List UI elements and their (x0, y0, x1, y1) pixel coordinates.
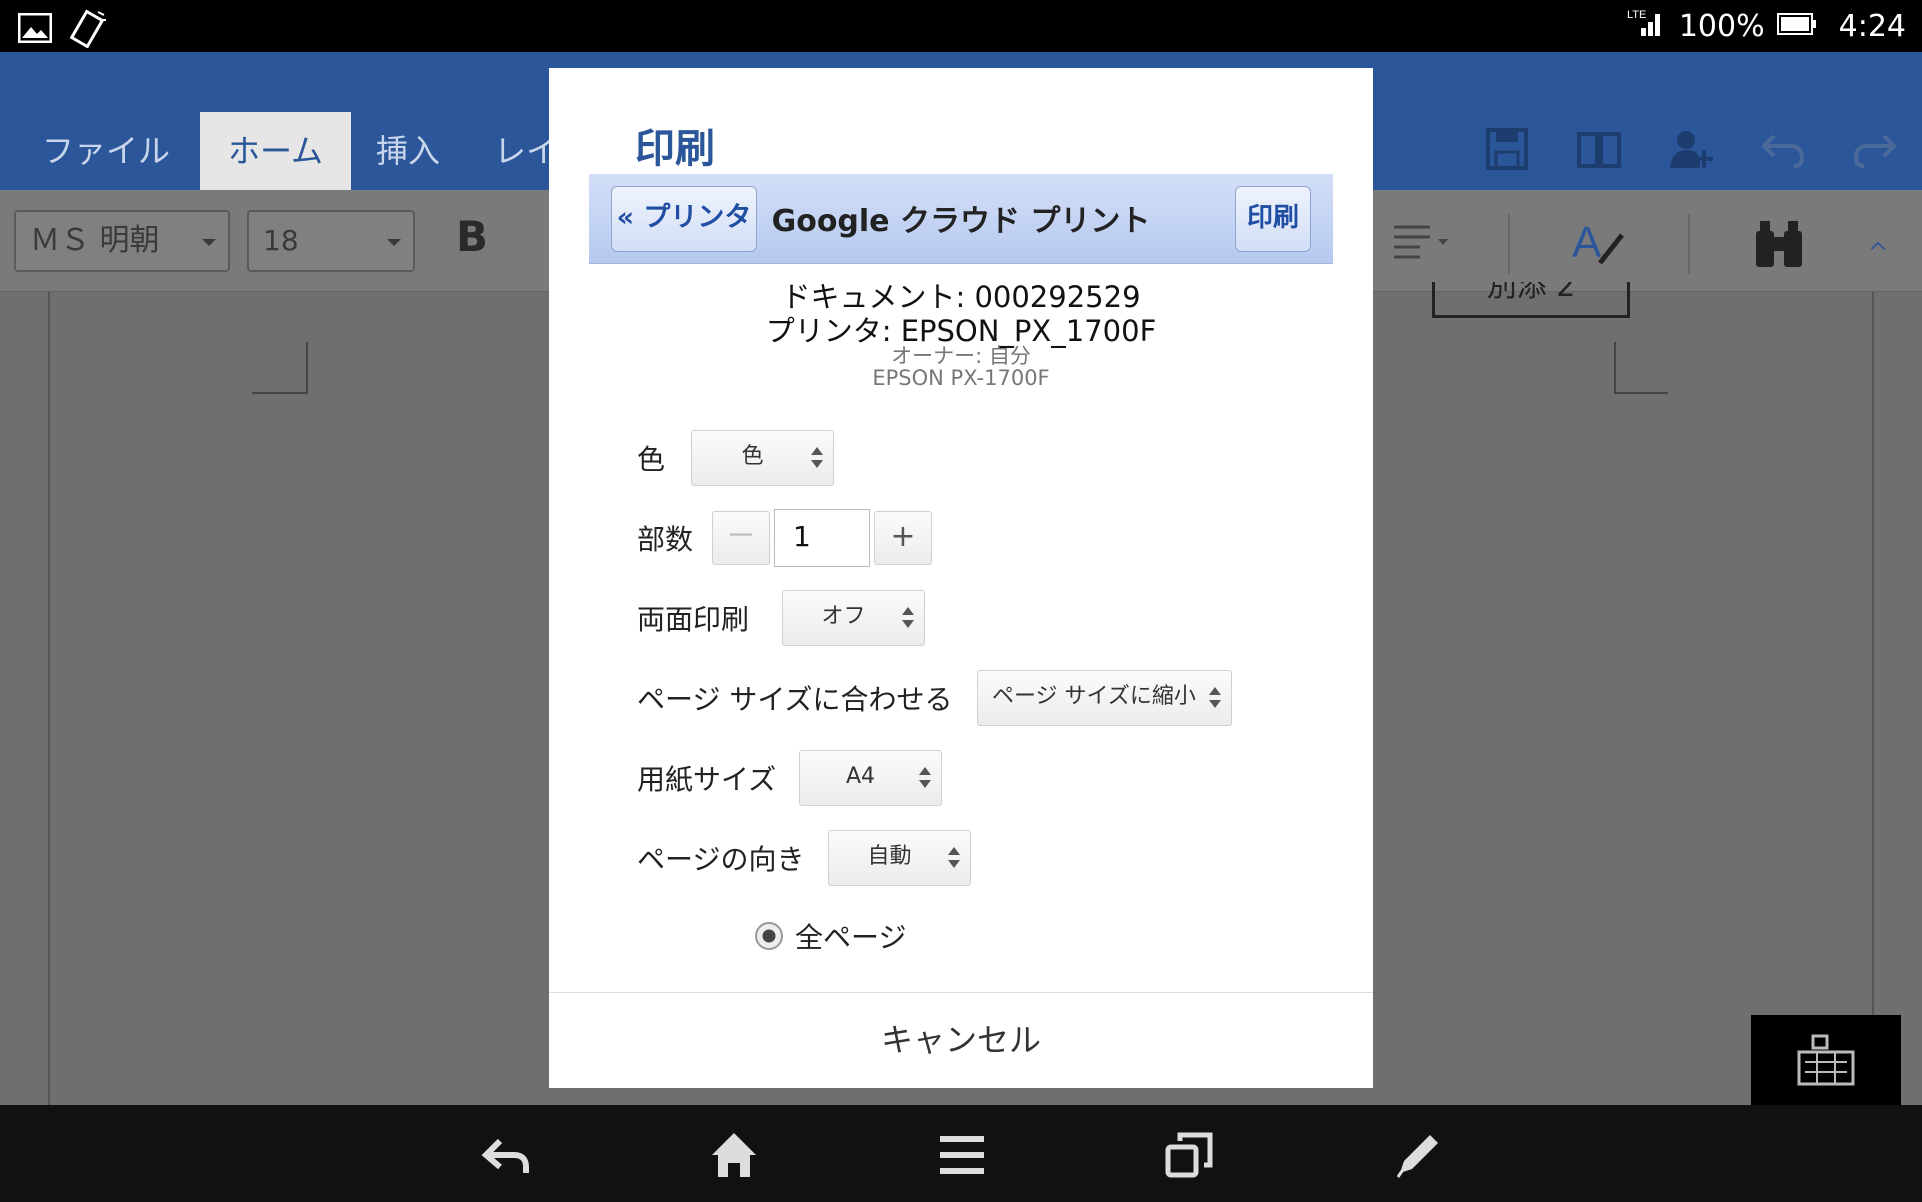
all-pages-option[interactable]: 全ページ (755, 916, 906, 956)
copies-decrement-button[interactable]: － (712, 511, 770, 565)
duplex-select[interactable]: オフ (782, 590, 925, 646)
bold-button[interactable]: B (456, 212, 488, 261)
paragraph-format-icon[interactable] (1390, 217, 1448, 271)
paper-size-select[interactable]: A4 (799, 750, 942, 806)
share-person-icon[interactable] (1668, 126, 1714, 172)
printer-model: EPSON PX-1700F (872, 366, 1050, 390)
cloud-print-header: « プリンタ Google クラウド プリント 印刷 (589, 174, 1333, 264)
select-arrows-icon (811, 447, 823, 469)
toolbar-divider (1508, 214, 1510, 274)
svg-text:A: A (1572, 218, 1602, 267)
all-pages-radio[interactable] (755, 922, 783, 950)
page-edge (1872, 292, 1874, 1105)
tab-home[interactable]: ホーム (200, 112, 352, 190)
color-select-value: 色 (741, 444, 764, 469)
duplex-select-value: オフ (821, 604, 866, 629)
menu-icon[interactable] (934, 1127, 990, 1183)
crop-mark (1614, 342, 1668, 394)
recent-apps-icon[interactable] (1162, 1127, 1218, 1183)
collapse-ribbon-icon[interactable] (1868, 217, 1902, 271)
font-size-value: 18 (263, 224, 299, 257)
duplex-label: 両面印刷 (637, 603, 750, 636)
font-name-value: ＭＳ 明朝 (30, 223, 160, 258)
copies-label: 部数 (637, 523, 694, 556)
tab-insert[interactable]: 挿入 (348, 112, 468, 190)
font-name-select[interactable]: ＭＳ 明朝 (14, 210, 230, 272)
battery-percent: 100% (1678, 8, 1765, 44)
tab-file[interactable]: ファイル (14, 112, 198, 190)
toolbar-divider (1688, 214, 1690, 274)
battery-icon (1776, 9, 1817, 44)
clock: 4:24 (1838, 8, 1906, 44)
page-edge (48, 292, 50, 1105)
document-text-box: 別添 2 (1432, 282, 1630, 318)
lte-signal-icon: LTE (1627, 6, 1667, 46)
save-icon[interactable] (1484, 126, 1530, 172)
back-icon[interactable] (478, 1127, 534, 1183)
pen-icon[interactable] (1390, 1127, 1446, 1183)
chevron-down-icon (387, 239, 401, 246)
status-bar: LTE 100% 4:24 (0, 0, 1922, 52)
font-size-select[interactable]: 18 (247, 210, 415, 272)
paper-size-value: A4 (845, 764, 876, 789)
keyboard-toggle-button[interactable] (1751, 1015, 1901, 1105)
color-select[interactable]: 色 (691, 430, 834, 486)
fit-to-page-label: ページ サイズに合わせる (637, 683, 953, 716)
svg-text:LTE: LTE (1627, 9, 1646, 21)
select-arrows-icon (948, 847, 960, 869)
all-pages-label: 全ページ (795, 921, 907, 954)
keyboard-icon (1797, 1034, 1855, 1086)
orientation-value: 自動 (867, 844, 912, 869)
paper-size-label: 用紙サイズ (637, 763, 777, 796)
orientation-select[interactable]: 自動 (828, 830, 971, 886)
document-box-text: 別添 2 (1486, 282, 1576, 304)
screen-rotation-icon (66, 8, 110, 52)
select-arrows-icon (902, 607, 914, 629)
find-binoculars-icon[interactable] (1750, 217, 1808, 271)
fit-to-page-value: ページ サイズに縮小 (992, 684, 1196, 709)
select-arrows-icon (919, 767, 931, 789)
home-icon[interactable] (706, 1127, 762, 1183)
gallery-notification-icon (17, 12, 53, 47)
copies-increment-button[interactable]: + (874, 511, 932, 565)
select-arrows-icon (1209, 687, 1221, 709)
navigation-bar (0, 1105, 1922, 1202)
redo-icon[interactable] (1852, 126, 1898, 172)
chevron-down-icon (202, 239, 216, 246)
cloud-print-title: Google クラウド プリント (771, 204, 1151, 239)
color-label: 色 (637, 443, 666, 476)
text-styles-icon[interactable]: A (1570, 217, 1628, 271)
orientation-label: ページの向き (637, 843, 805, 876)
dialog-title: 印刷 (635, 126, 715, 172)
undo-icon[interactable] (1760, 126, 1806, 172)
copies-input[interactable]: 1 (774, 509, 870, 567)
print-dialog: 印刷 « プリンタ Google クラウド プリント 印刷 ドキュメント: 00… (549, 68, 1373, 1088)
print-button[interactable]: 印刷 (1235, 186, 1311, 252)
cancel-button[interactable]: キャンセル (549, 993, 1373, 1088)
crop-mark (252, 342, 308, 394)
fit-to-page-select[interactable]: ページ サイズに縮小 (977, 670, 1232, 726)
read-mode-icon[interactable] (1576, 126, 1622, 172)
